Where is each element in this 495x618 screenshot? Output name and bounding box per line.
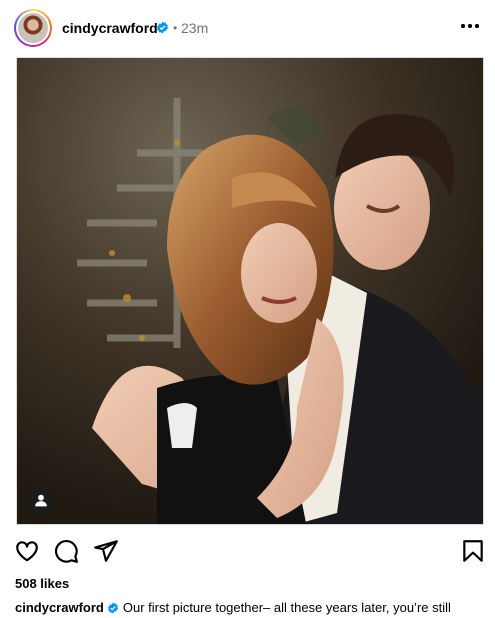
post-caption: cindycrawford Our first picture together… [15, 600, 485, 616]
profile-avatar[interactable] [14, 9, 52, 47]
action-bar [0, 534, 495, 566]
post-header: cindycrawford • 23m [0, 0, 495, 56]
caption-verified-badge-icon [107, 602, 118, 614]
post-timestamp: 23m [181, 20, 209, 36]
comment-icon[interactable] [53, 538, 79, 564]
avatar-inner [16, 11, 50, 45]
username-link[interactable]: cindycrawford [62, 19, 158, 37]
post-photo [17, 58, 483, 524]
post-image[interactable] [16, 57, 484, 525]
verified-badge-icon [157, 21, 168, 34]
heart-icon[interactable] [14, 538, 40, 564]
caption-username[interactable]: cindycrawford [15, 600, 104, 615]
person-icon [35, 494, 47, 507]
time-separator: • [173, 21, 178, 35]
avatar-image [18, 13, 48, 43]
more-options-icon[interactable] [461, 22, 481, 30]
user-tag-icon[interactable] [27, 486, 55, 514]
caption-text: Our first picture together– all these ye… [122, 600, 451, 615]
send-icon[interactable] [93, 538, 119, 564]
bookmark-icon[interactable] [460, 538, 486, 564]
likes-count[interactable]: 508 likes [15, 576, 69, 592]
